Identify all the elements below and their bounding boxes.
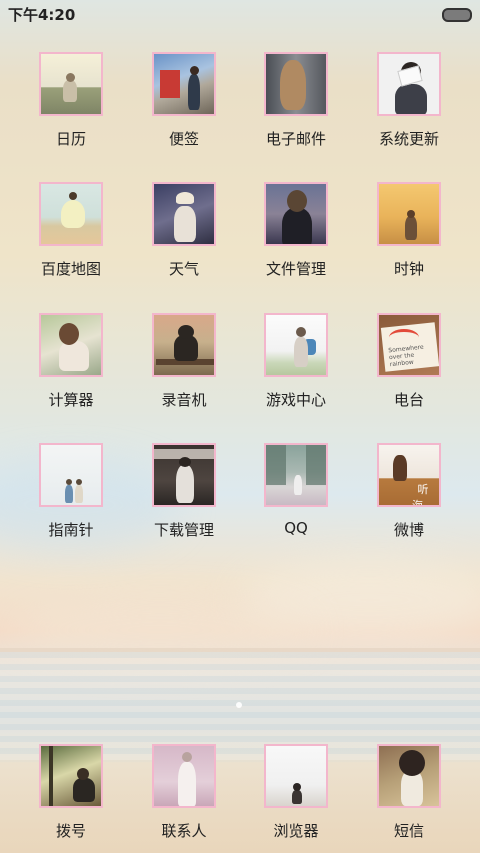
dock-browser[interactable]: 浏览器 (246, 744, 346, 841)
app-system-update[interactable]: 系统更新 (359, 52, 459, 149)
app-weibo[interactable]: 听海。 微博 (359, 443, 459, 540)
app-file-manager[interactable]: 文件管理 (246, 182, 346, 279)
email-icon (264, 52, 328, 116)
app-weather[interactable]: 天气 (134, 182, 234, 279)
app-label: 电台 (393, 391, 424, 409)
app-baidu-map[interactable]: 百度地图 (21, 182, 121, 279)
app-calendar[interactable]: 日历 (21, 52, 121, 149)
weibo-icon: 听海。 (377, 443, 441, 507)
app-calculator[interactable]: 计算器 (21, 313, 121, 410)
app-label: 电子邮件 (265, 130, 326, 148)
app-label: 下载管理 (153, 521, 214, 539)
app-notes[interactable]: 便签 (134, 52, 234, 149)
qq-icon (264, 443, 328, 507)
app-recorder[interactable]: 录音机 (134, 313, 234, 410)
notes-icon (152, 52, 216, 116)
app-compass[interactable]: 指南针 (21, 443, 121, 540)
app-label: QQ (284, 519, 308, 537)
app-label: 录音机 (161, 391, 207, 409)
app-label: 游戏中心 (265, 391, 326, 409)
radio-icon: Somewhere over the rainbow (377, 313, 441, 377)
system-update-icon (377, 52, 441, 116)
status-bar: 下午4:20 (0, 0, 480, 26)
app-email[interactable]: 电子邮件 (246, 52, 346, 149)
weibo-caption-text: 听海。 (412, 483, 434, 507)
app-label: 日历 (55, 130, 86, 148)
dock-messages[interactable]: 短信 (359, 744, 459, 841)
battery-icon (442, 8, 472, 22)
app-label: 浏览器 (273, 822, 319, 840)
app-label: 文件管理 (265, 260, 326, 278)
calendar-icon (39, 52, 103, 116)
app-label: 微博 (393, 521, 424, 539)
dock-dialer[interactable]: 拨号 (21, 744, 121, 841)
app-label: 联系人 (161, 822, 207, 840)
page-indicator-dot (236, 702, 242, 708)
recorder-icon (152, 313, 216, 377)
app-label: 百度地图 (40, 260, 101, 278)
app-qq[interactable]: QQ (246, 443, 346, 537)
app-clock[interactable]: 时钟 (359, 182, 459, 279)
app-label: 便签 (168, 130, 199, 148)
dialer-icon (39, 744, 103, 808)
map-icon (39, 182, 103, 246)
calculator-icon (39, 313, 103, 377)
weather-icon (152, 182, 216, 246)
app-label: 计算器 (48, 391, 94, 409)
app-radio[interactable]: Somewhere over the rainbow 电台 (359, 313, 459, 410)
app-label: 指南针 (48, 521, 94, 539)
app-label: 天气 (168, 260, 199, 278)
app-label: 时钟 (393, 260, 424, 278)
app-label: 系统更新 (378, 130, 439, 148)
download-manager-icon (152, 443, 216, 507)
file-manager-icon (264, 182, 328, 246)
clock-icon (377, 182, 441, 246)
dock-contacts[interactable]: 联系人 (134, 744, 234, 841)
status-time: 下午4:20 (8, 6, 76, 24)
app-game-center[interactable]: 游戏中心 (246, 313, 346, 410)
game-center-icon (264, 313, 328, 377)
app-label: 短信 (393, 822, 424, 840)
contacts-icon (152, 744, 216, 808)
compass-icon (39, 443, 103, 507)
messages-icon (377, 744, 441, 808)
app-label: 拨号 (55, 822, 86, 840)
browser-icon (264, 744, 328, 808)
app-download-manager[interactable]: 下载管理 (134, 443, 234, 540)
